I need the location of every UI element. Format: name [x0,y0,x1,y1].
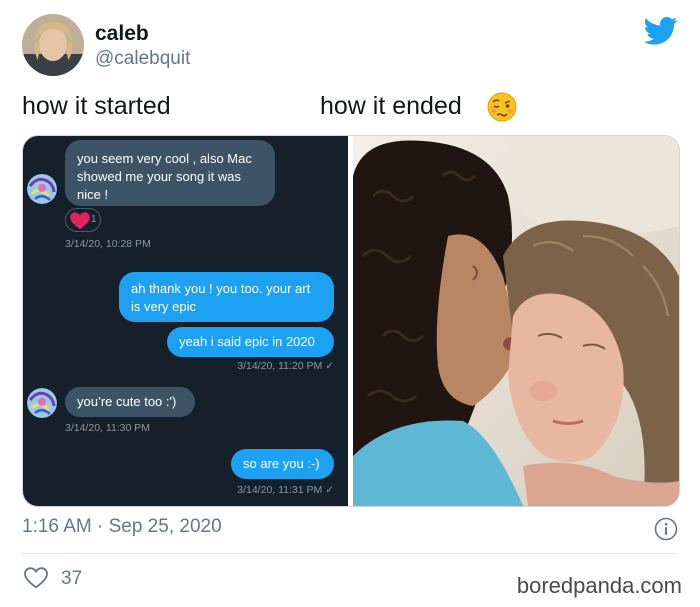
display-name[interactable]: caleb [95,22,149,46]
chat-timestamp: 3/14/20, 11:31 PM ✓ [237,484,334,496]
chat-timestamp: 3/14/20, 10:28 PM [65,238,151,250]
profile-avatar[interactable] [22,14,84,76]
chat-avatar-icon [27,174,57,204]
reaction-count: 1 [91,214,97,225]
info-icon[interactable] [654,517,678,541]
heart-reaction: 1 [65,208,101,232]
woozy-face-emoji-icon [487,92,517,122]
chat-message-outgoing: so are you :-) [231,449,334,479]
tweet-media[interactable]: you seem very cool , also Mac showed me … [22,135,680,507]
chat-screenshot: you seem very cool , also Mac showed me … [23,136,348,506]
user-handle[interactable]: @calebquit [95,48,190,70]
chat-message-incoming: you’re cute too :') [65,387,195,417]
chat-message-incoming: you seem very cool , also Mac showed me … [65,140,275,206]
chat-timestamp: 3/14/20, 11:20 PM ✓ [237,360,334,372]
chat-message-outgoing: yeah i said epic in 2020 [167,327,334,357]
caption-how-it-ended: how it ended [320,92,462,120]
footer-divider [22,553,678,554]
chat-avatar-icon [27,388,57,418]
tweet-timestamp[interactable]: 1:16 AM · Sep 25, 2020 [22,516,222,538]
like-heart-icon[interactable] [24,567,48,589]
watermark: boredpanda.com [516,573,682,598]
like-count: 37 [61,568,83,589]
caption-how-it-started: how it started [22,92,171,120]
chat-timestamp: 3/14/20, 11:30 PM [65,422,151,434]
couple-photo[interactable] [353,136,679,506]
chat-message-outgoing: ah thank you ! you too. your art is very… [119,272,334,322]
twitter-bird-icon[interactable] [643,16,678,46]
